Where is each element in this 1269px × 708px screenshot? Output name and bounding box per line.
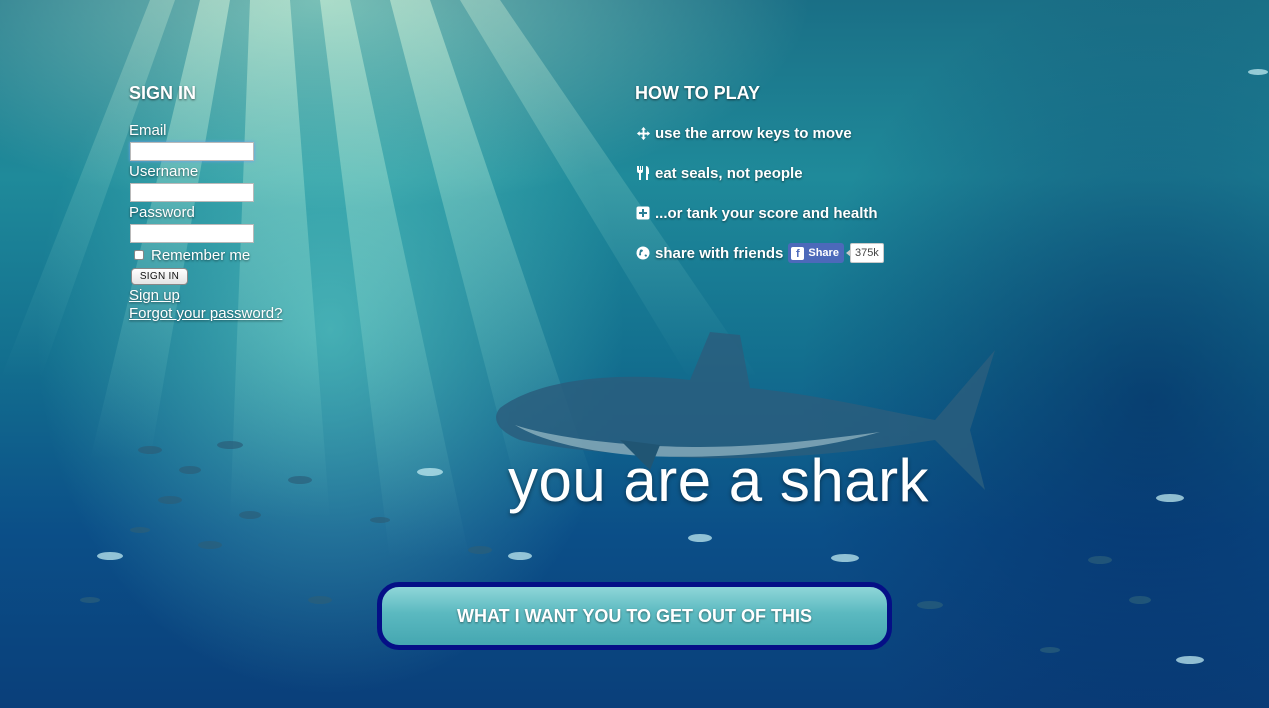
email-label: Email <box>129 122 167 139</box>
howto-item-eat: eat seals, not people <box>635 163 935 183</box>
howto-move-text: use the arrow keys to move <box>655 124 852 142</box>
password-label: Password <box>129 204 195 221</box>
email-field[interactable] <box>130 142 254 161</box>
username-field[interactable] <box>130 183 254 202</box>
howto-share-text: share with friends <box>655 244 784 262</box>
cta-button[interactable]: WHAT I WANT YOU TO GET OUT OF THIS <box>377 582 892 650</box>
password-field[interactable] <box>130 224 254 243</box>
share-count-badge: 375k <box>845 243 884 263</box>
howto-score-text: ...or tank your score and health <box>655 204 878 222</box>
signin-button[interactable]: SIGN IN <box>131 268 188 285</box>
signup-link[interactable]: Sign up <box>129 287 349 305</box>
tagline: you are a shark <box>508 447 930 514</box>
remember-me-row: Remember me <box>129 246 349 264</box>
signin-heading: SIGN IN <box>129 83 197 103</box>
plus-box-icon <box>635 205 651 221</box>
facebook-icon: f <box>791 246 805 260</box>
how-to-play-panel: HOW TO PLAY use the arrow keys to move e… <box>635 82 935 263</box>
facebook-share-label: Share <box>808 247 839 259</box>
howto-item-move: use the arrow keys to move <box>635 123 935 143</box>
facebook-share-button[interactable]: f Share <box>788 243 844 263</box>
username-label: Username <box>129 163 199 180</box>
howto-item-share: share with friends f Share 375k <box>635 243 935 263</box>
forgot-password-link[interactable]: Forgot your password? <box>129 305 349 323</box>
globe-icon <box>635 245 651 261</box>
howto-eat-text: eat seals, not people <box>655 164 803 182</box>
remember-me-checkbox[interactable] <box>134 250 144 260</box>
move-arrows-icon <box>635 125 651 141</box>
signin-panel: SIGN IN Email Username Password Remember… <box>129 82 349 323</box>
howto-item-score: ...or tank your score and health <box>635 203 935 223</box>
fork-knife-icon <box>635 165 651 181</box>
remember-me-label: Remember me <box>151 246 251 264</box>
how-to-play-heading: HOW TO PLAY <box>635 83 761 103</box>
